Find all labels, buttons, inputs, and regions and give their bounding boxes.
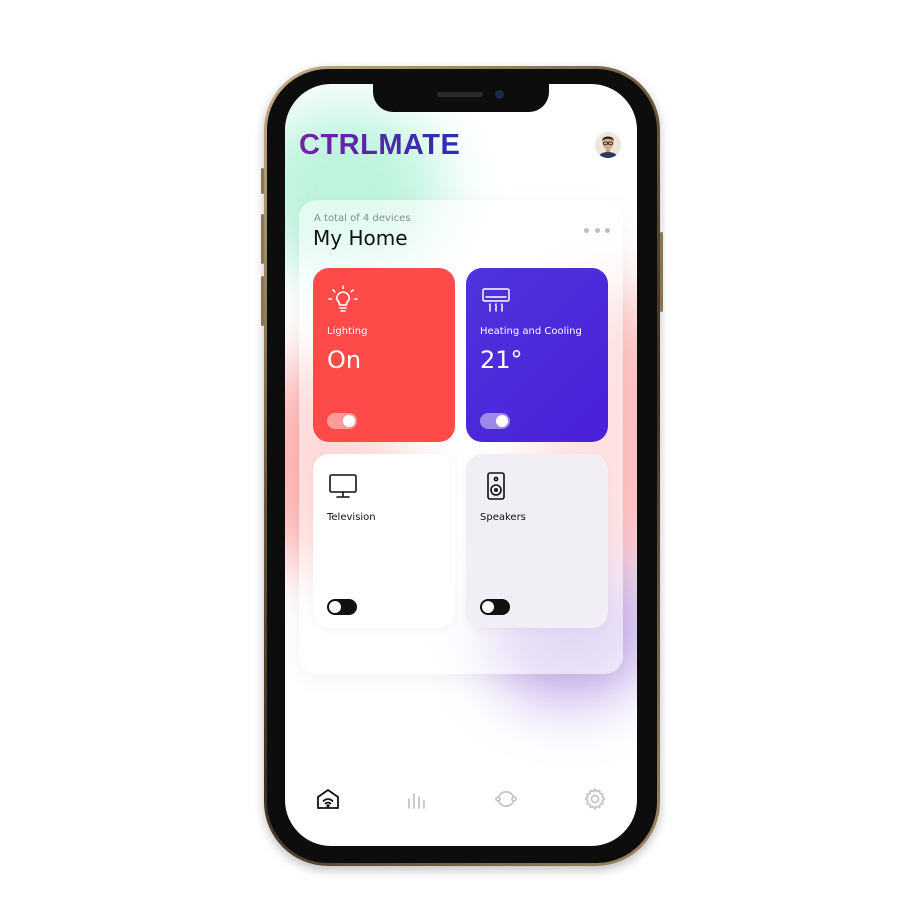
speaker-icon xyxy=(480,470,512,506)
monitor-icon xyxy=(327,470,359,506)
device-count: A total of 4 devices xyxy=(314,213,411,224)
volume-down-button xyxy=(261,276,264,326)
camera-icon xyxy=(495,90,504,99)
app-logo: CTRLMATE xyxy=(299,129,461,161)
app-screen: CTRLMATE A total of 4 devices My Home Li… xyxy=(285,84,637,846)
device-card-lighting[interactable]: Lighting On xyxy=(313,268,455,442)
bottom-nav xyxy=(285,784,637,814)
avatar[interactable] xyxy=(595,132,621,158)
device-label: Lighting xyxy=(327,326,368,337)
device-status: On xyxy=(327,346,362,374)
lighting-toggle[interactable] xyxy=(327,413,357,429)
television-toggle[interactable] xyxy=(327,599,357,615)
mute-switch xyxy=(261,168,264,194)
sync-icon[interactable] xyxy=(493,786,519,812)
heating-toggle[interactable] xyxy=(480,413,510,429)
speakers-toggle[interactable] xyxy=(480,599,510,615)
volume-up-button xyxy=(261,214,264,264)
notch xyxy=(373,84,549,112)
device-card-television[interactable]: Television xyxy=(313,454,455,628)
device-card-speakers[interactable]: Speakers xyxy=(466,454,608,628)
more-options-icon[interactable] xyxy=(584,223,610,237)
lightbulb-icon xyxy=(327,284,359,320)
device-label: Speakers xyxy=(480,512,526,523)
home-wifi-icon[interactable] xyxy=(315,786,341,812)
temperature-value: 21° xyxy=(480,346,523,374)
home-title: My Home xyxy=(313,226,408,250)
device-card-heating-cooling[interactable]: Heating and Cooling 21° xyxy=(466,268,608,442)
gear-icon[interactable] xyxy=(582,786,608,812)
device-label: Heating and Cooling xyxy=(480,326,582,337)
device-label: Television xyxy=(327,512,376,523)
power-button xyxy=(660,232,663,312)
bar-chart-icon[interactable] xyxy=(404,786,430,812)
air-conditioner-icon xyxy=(480,284,512,320)
